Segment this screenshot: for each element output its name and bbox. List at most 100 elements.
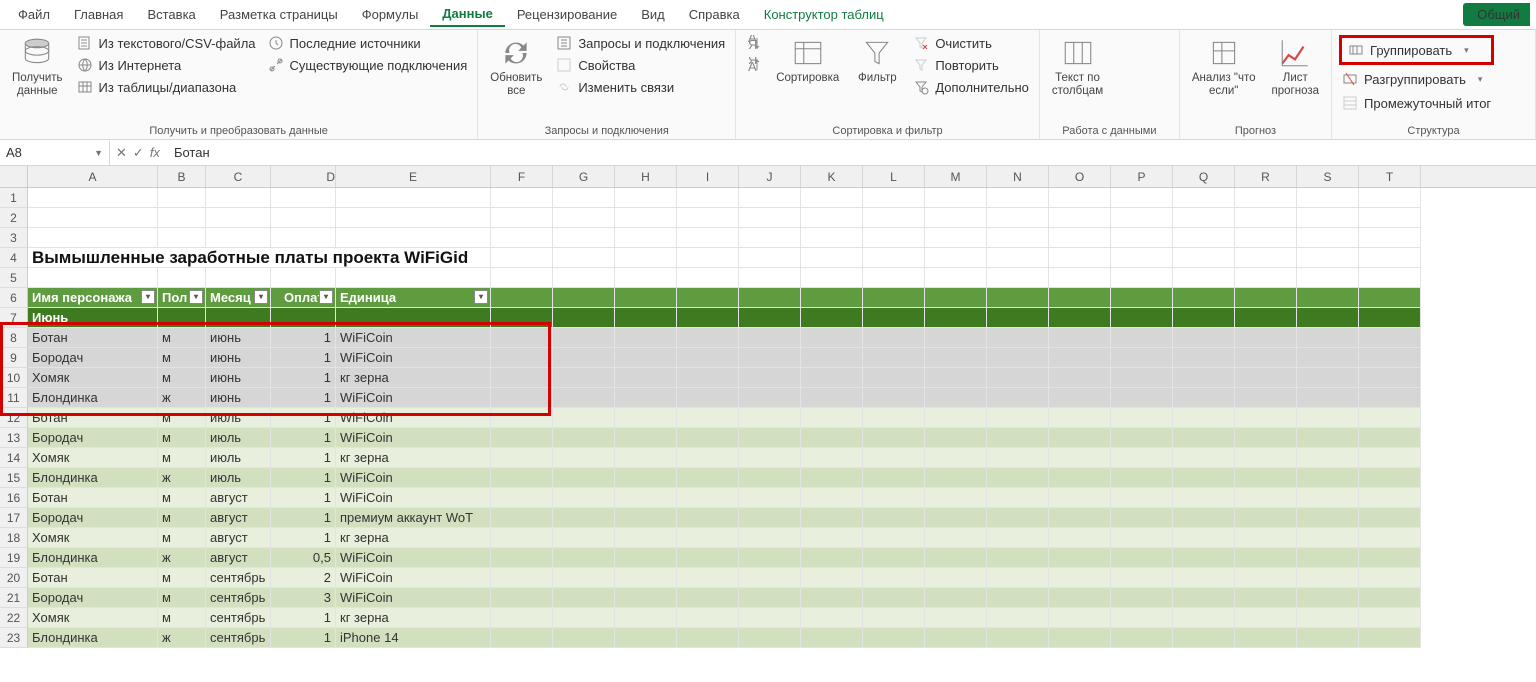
cell[interactable]: [491, 448, 553, 468]
row-15[interactable]: 15Блондинкажиюль1WiFiCoin: [0, 468, 1536, 488]
cell[interactable]: [739, 408, 801, 428]
cell[interactable]: [158, 208, 206, 228]
cell[interactable]: [1111, 588, 1173, 608]
row-1[interactable]: 1: [0, 188, 1536, 208]
cell[interactable]: [987, 588, 1049, 608]
cell[interactable]: [1173, 448, 1235, 468]
cell[interactable]: [739, 188, 801, 208]
cell[interactable]: [1173, 548, 1235, 568]
cell[interactable]: [801, 228, 863, 248]
cell[interactable]: [1173, 468, 1235, 488]
col-header-A[interactable]: A: [28, 166, 158, 187]
cell[interactable]: [1359, 448, 1421, 468]
cell[interactable]: 1: [271, 468, 336, 488]
fx-icon[interactable]: fx: [150, 145, 160, 160]
cell[interactable]: [1235, 448, 1297, 468]
cell[interactable]: [28, 208, 158, 228]
cell[interactable]: [491, 508, 553, 528]
cell[interactable]: [1049, 308, 1111, 328]
cell[interactable]: Июнь: [28, 308, 158, 328]
cell[interactable]: [1297, 548, 1359, 568]
cell[interactable]: [28, 188, 158, 208]
cell[interactable]: [553, 328, 615, 348]
cell[interactable]: [1111, 388, 1173, 408]
cell[interactable]: [925, 408, 987, 428]
cell[interactable]: [1297, 228, 1359, 248]
cell[interactable]: [1173, 608, 1235, 628]
cell[interactable]: [553, 228, 615, 248]
cell[interactable]: [491, 488, 553, 508]
cell[interactable]: июнь: [206, 368, 271, 388]
cell[interactable]: сентябрь: [206, 568, 271, 588]
cell[interactable]: [739, 628, 801, 648]
cell[interactable]: [1111, 308, 1173, 328]
cell[interactable]: [925, 468, 987, 488]
row-header[interactable]: 17: [0, 508, 28, 528]
cell[interactable]: [987, 428, 1049, 448]
cell[interactable]: [1049, 228, 1111, 248]
cell[interactable]: [1049, 348, 1111, 368]
col-header-G[interactable]: G: [553, 166, 615, 187]
cell[interactable]: [1049, 548, 1111, 568]
cell[interactable]: [1297, 248, 1359, 268]
cell[interactable]: [1297, 348, 1359, 368]
cell[interactable]: [677, 268, 739, 288]
cell[interactable]: [1235, 288, 1297, 308]
cell[interactable]: [615, 188, 677, 208]
cell[interactable]: 1: [271, 408, 336, 428]
cell[interactable]: [491, 328, 553, 348]
from-web-button[interactable]: Из Интернета: [75, 56, 258, 74]
cell[interactable]: [615, 548, 677, 568]
row-header[interactable]: 3: [0, 228, 28, 248]
row-20[interactable]: 20Ботанмсентябрь2WiFiCoin: [0, 568, 1536, 588]
cell[interactable]: [1359, 568, 1421, 588]
cell[interactable]: м: [158, 448, 206, 468]
cell[interactable]: 1: [271, 388, 336, 408]
cell[interactable]: [1049, 428, 1111, 448]
row-header[interactable]: 13: [0, 428, 28, 448]
cell[interactable]: [739, 348, 801, 368]
col-header-C[interactable]: C: [206, 166, 271, 187]
cell[interactable]: WiFiCoin: [336, 388, 491, 408]
cell[interactable]: [863, 188, 925, 208]
cell[interactable]: [1235, 588, 1297, 608]
col-header-D[interactable]: D: [271, 166, 336, 187]
row-header[interactable]: 14: [0, 448, 28, 468]
cell[interactable]: [1049, 248, 1111, 268]
cell[interactable]: [1049, 468, 1111, 488]
cell[interactable]: [1297, 368, 1359, 388]
cell[interactable]: [553, 288, 615, 308]
row-header[interactable]: 1: [0, 188, 28, 208]
filter-dropdown[interactable]: ▾: [141, 290, 155, 304]
col-header-K[interactable]: K: [801, 166, 863, 187]
cell[interactable]: [28, 228, 158, 248]
cell[interactable]: [491, 408, 553, 428]
cell[interactable]: [739, 388, 801, 408]
cell[interactable]: [1359, 248, 1421, 268]
cell[interactable]: [925, 388, 987, 408]
cell[interactable]: [1359, 508, 1421, 528]
cell[interactable]: Бородач: [28, 588, 158, 608]
row-header[interactable]: 7: [0, 308, 28, 328]
cell[interactable]: [1297, 448, 1359, 468]
cell[interactable]: [801, 488, 863, 508]
cell[interactable]: 1: [271, 608, 336, 628]
cell[interactable]: [1235, 348, 1297, 368]
filter-button[interactable]: Фильтр: [851, 34, 903, 87]
cell[interactable]: WiFiCoin: [336, 568, 491, 588]
cell[interactable]: м: [158, 368, 206, 388]
cell[interactable]: [863, 388, 925, 408]
cell[interactable]: [1173, 188, 1235, 208]
cell[interactable]: [553, 388, 615, 408]
col-header-Q[interactable]: Q: [1173, 166, 1235, 187]
cell[interactable]: 1: [271, 508, 336, 528]
cell[interactable]: [677, 488, 739, 508]
cell[interactable]: [1235, 188, 1297, 208]
cell[interactable]: [925, 428, 987, 448]
cell[interactable]: [1173, 308, 1235, 328]
spreadsheet-grid[interactable]: ABCDEFGHIJKLMNOPQRST 1234Вымышленные зар…: [0, 166, 1536, 648]
col-header-T[interactable]: T: [1359, 166, 1421, 187]
cell[interactable]: 1: [271, 328, 336, 348]
cell[interactable]: [677, 568, 739, 588]
row-header[interactable]: 6: [0, 288, 28, 308]
